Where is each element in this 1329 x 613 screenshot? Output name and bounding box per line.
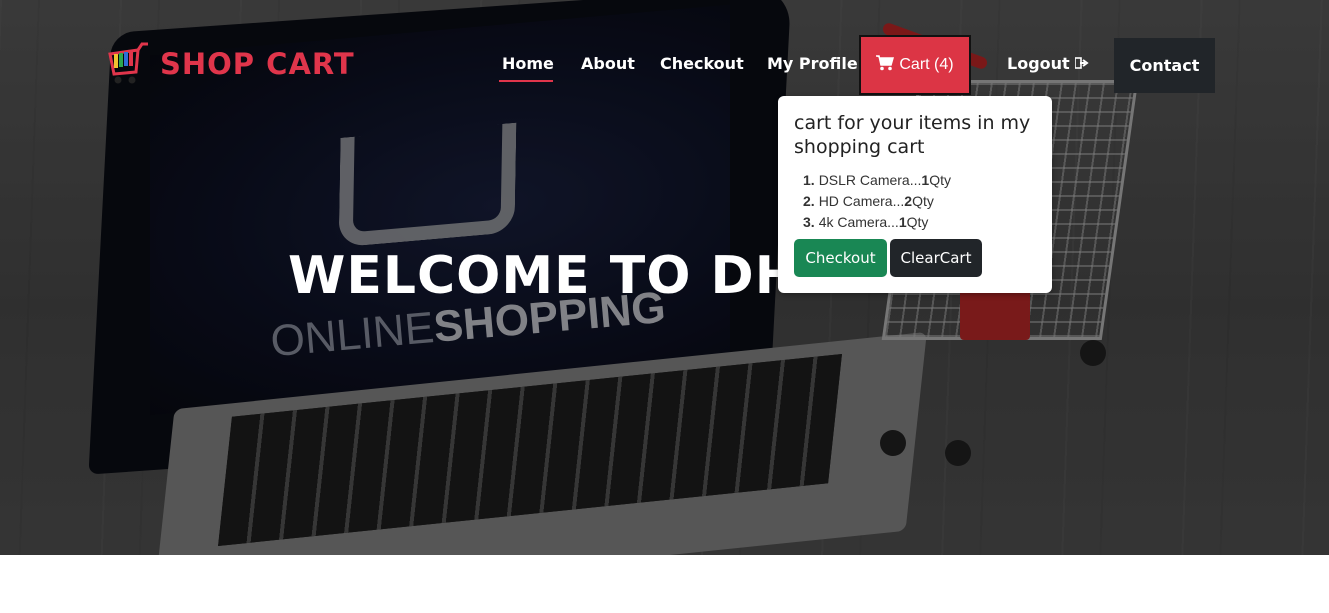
cart-label: Cart (4) [899, 56, 954, 73]
clear-cart-button[interactable]: ClearCart [890, 239, 982, 277]
nav-home[interactable]: Home [502, 54, 554, 73]
contact-button[interactable]: Contact [1114, 38, 1215, 93]
brand-name: SHOP CART [160, 47, 355, 81]
cart-icon [876, 54, 895, 76]
welcome-heading: WELCOME TO DHAM [288, 246, 840, 306]
nav-my-profile[interactable]: My Profile [767, 54, 858, 73]
shopping-cart-logo-icon [106, 42, 152, 86]
nav-logout[interactable]: Logout [1007, 54, 1089, 73]
cart-button[interactable]: Cart (4) [859, 35, 971, 95]
brand[interactable]: SHOP CART [106, 42, 355, 86]
logout-label: Logout [1007, 54, 1070, 73]
list-item: 3. 4k Camera...1Qty [803, 214, 929, 230]
active-underline [499, 80, 553, 82]
nav-checkout[interactable]: Checkout [660, 54, 744, 73]
sign-out-icon [1074, 54, 1089, 73]
nav-about[interactable]: About [581, 54, 635, 73]
checkout-button[interactable]: Checkout [794, 239, 887, 277]
popover-title: cart for your items in my shopping cart [794, 112, 1031, 158]
cart-popover: cart for your items in my shopping cart … [778, 96, 1052, 293]
cart-items-list: 1. DSLR Camera...1Qty 2. HD Camera...2Qty … [803, 170, 951, 233]
navbar: SHOP CART Home About Checkout My Profile… [0, 0, 1329, 100]
list-item: 2. HD Camera...2Qty [803, 193, 934, 209]
list-item: 1. DSLR Camera...1Qty [803, 172, 951, 188]
